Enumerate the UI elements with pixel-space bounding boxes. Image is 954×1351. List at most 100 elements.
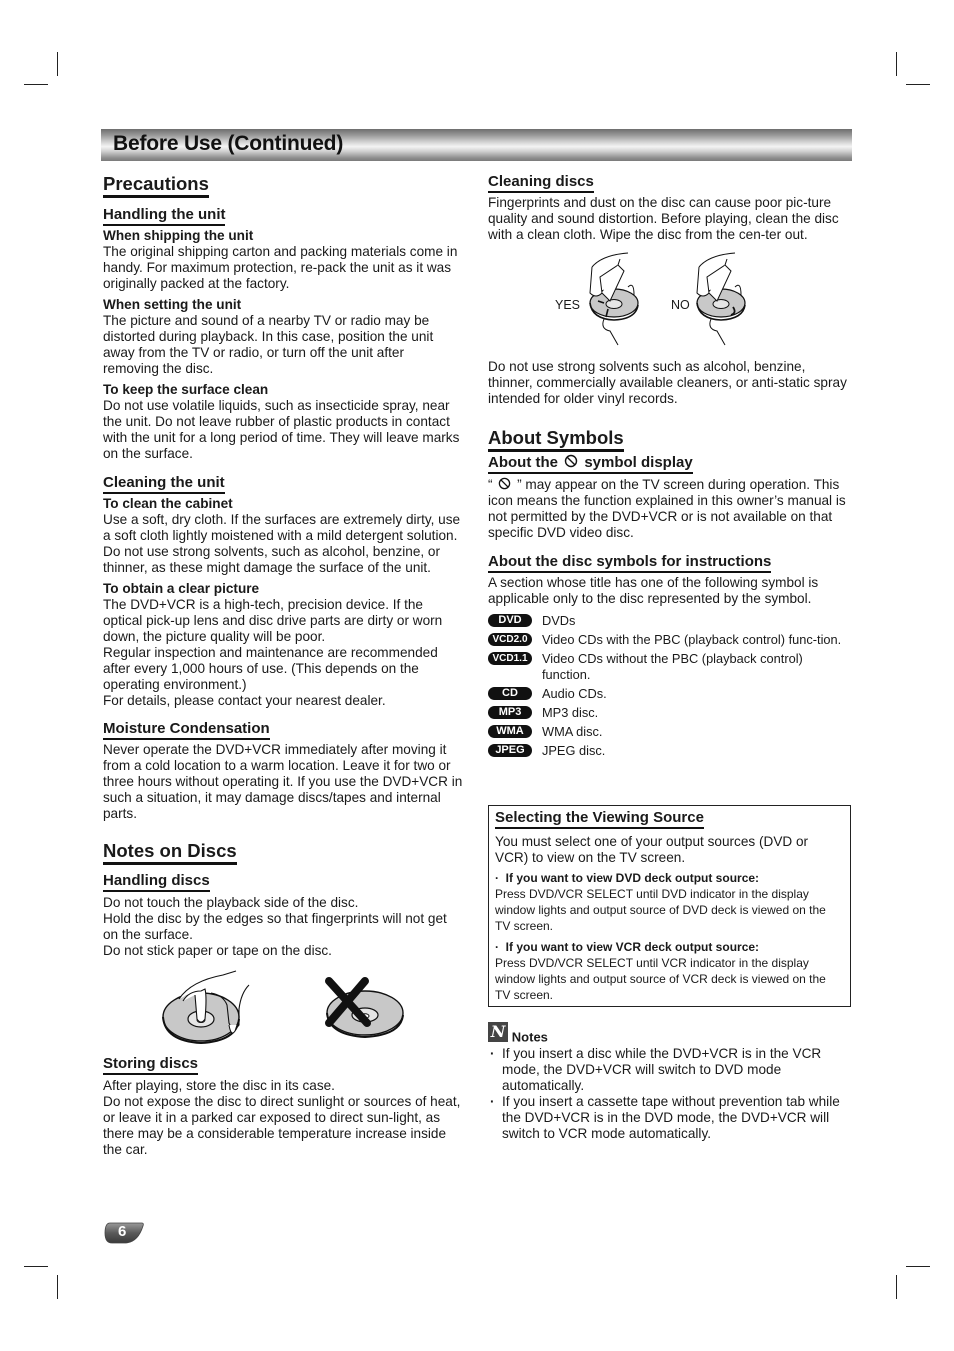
section-heading-about-symbols: About Symbols [488, 427, 624, 452]
viewing-source-item-text: Press DVD/VCR SELECT until DVD indicator… [495, 887, 826, 933]
disc-symbol-item: MP3 MP3 disc. [488, 705, 852, 721]
crop-mark [57, 1275, 58, 1299]
crop-mark [896, 1275, 897, 1299]
handling-line: Do not touch the playback side of the di… [103, 895, 359, 910]
crop-mark [24, 84, 48, 85]
item-title-text: If you want to view VCR deck output sour… [505, 940, 760, 954]
viewing-source-item-text: Press DVD/VCR SELECT until VCR indicator… [495, 956, 826, 1002]
cleaning-discs-warning: Do not use strong solvents such as alcoh… [488, 359, 847, 406]
disc-symbol-item: VCD2.0 Video CDs with the PBC (playback … [488, 632, 852, 648]
notes-icon: N [488, 1022, 508, 1042]
item-title-text: If you want to view DVD deck output sour… [505, 871, 760, 885]
disc-symbol-desc: MP3 disc. [542, 705, 599, 720]
item-setting: When setting the unit The picture and so… [103, 297, 463, 377]
prohibited-icon [499, 477, 511, 490]
heading-part: About the [488, 454, 558, 471]
handling-line: Do not stick paper or tape on the disc. [103, 943, 332, 958]
item-title: To clean the cabinet [103, 496, 233, 511]
disc-badge-wma: WMA [488, 725, 532, 738]
disc-symbol-list: DVD DVDs VCD2.0 Video CDs with the PBC (… [488, 613, 852, 759]
page-title: Before Use (Continued) [113, 132, 344, 155]
crop-mark [24, 1266, 48, 1267]
viewing-source-item-title: · If you want to view DVD deck output so… [495, 871, 760, 885]
item-clear-picture: To obtain a clear picture The DVD+VCR is… [103, 581, 463, 709]
disc-symbol-desc: Audio CDs. [542, 686, 607, 701]
item-text: Do not use volatile liquids, such as ins… [103, 398, 460, 461]
subheading-moisture: Moisture Condensation [103, 720, 270, 740]
viewing-source-item-title: · If you want to view VCR deck output so… [495, 940, 760, 954]
item-text: For details, please contact your nearest… [103, 693, 386, 708]
disc-symbol-item: VCD1.1 Video CDs without the PBC (playba… [488, 651, 852, 683]
disc-symbols-intro: A section whose title has one of the fol… [488, 575, 819, 606]
item-title: When shipping the unit [103, 228, 254, 243]
handling-line: Hold the disc by the edges so that finge… [103, 911, 447, 942]
subheading-handling-discs: Handling discs [103, 872, 210, 892]
item-title: To obtain a clear picture [103, 581, 260, 596]
prohibited-icon [564, 454, 578, 468]
item-shipping: When shipping the unit The original ship… [103, 228, 463, 292]
left-column: Precautions Handling the unit When shipp… [103, 170, 463, 1158]
crop-mark [906, 84, 930, 85]
heading-part: symbol display [584, 454, 693, 471]
disc-symbol-item: JPEG JPEG disc. [488, 743, 852, 759]
disc-badge-jpeg: JPEG [488, 744, 532, 757]
disc-symbol-desc: DVDs [542, 613, 576, 628]
no-label: NO [671, 298, 690, 312]
note-item: If you insert a cassette tape without pr… [488, 1094, 852, 1142]
section-heading-notes-on-discs: Notes on Discs [103, 840, 237, 865]
notes-heading: Notes [511, 1029, 548, 1045]
cleaning-discs-text: Fingerprints and dust on the disc can ca… [488, 195, 839, 242]
notes-section: N Notes If you insert a disc while the D… [488, 1022, 852, 1142]
subheading-cleaning-discs: Cleaning discs [488, 173, 594, 193]
page-number: 6 [118, 1223, 127, 1240]
disc-symbol-desc: Video CDs with the PBC (playback control… [542, 632, 842, 647]
item-text: Regular inspection and maintenance are r… [103, 645, 438, 692]
right-column: Cleaning discs Fingerprints and dust on … [488, 170, 852, 759]
disc-do-not-touch-illustration [325, 977, 404, 1039]
disc-symbol-item: DVD DVDs [488, 613, 852, 629]
disc-handling-illustrations [103, 965, 463, 1053]
item-cabinet: To clean the cabinet Use a soft, dry clo… [103, 496, 463, 576]
item-title: To keep the surface clean [103, 382, 269, 397]
disc-badge-dvd: DVD [488, 614, 532, 627]
disc-symbol-desc: JPEG disc. [542, 743, 606, 758]
crop-mark [896, 52, 897, 76]
disc-symbol-desc: WMA disc. [542, 724, 603, 739]
symbol-display-body: ” may appear on the TV screen during ope… [488, 477, 846, 540]
item-surface: To keep the surface clean Do not use vol… [103, 382, 463, 462]
subheading-storing-discs: Storing discs [103, 1055, 199, 1075]
crop-mark [57, 52, 58, 76]
storing-line: Do not expose the disc to direct sunligh… [103, 1094, 461, 1157]
disc-symbol-desc: Video CDs without the PBC (playback cont… [542, 651, 803, 682]
subheading-handling-unit: Handling the unit [103, 206, 226, 226]
disc-badge-cd: CD [488, 687, 532, 700]
crop-mark [906, 1266, 930, 1267]
item-text: Use a soft, dry cloth. If the surfaces a… [103, 512, 461, 575]
disc-badge-mp3: MP3 [488, 706, 532, 719]
storing-line: After playing, store the disc in its cas… [103, 1078, 335, 1093]
yes-label: YES [555, 298, 581, 312]
item-title: When setting the unit [103, 297, 242, 312]
moisture-text: Never operate the DVD+VCR immediately af… [103, 742, 463, 821]
symbol-display-text: “ ” may appear on the TV screen during o… [488, 477, 852, 541]
disc-symbol-item: WMA WMA disc. [488, 724, 852, 740]
item-text: The original shipping carton and packing… [103, 244, 458, 291]
note-item: If you insert a disc while the DVD+VCR i… [488, 1046, 852, 1094]
page-number-badge: 6 [104, 1222, 144, 1244]
section-heading-precautions: Precautions [103, 173, 209, 198]
disc-badge-vcd20: VCD2.0 [488, 633, 532, 646]
item-text: The DVD+VCR is a high-tech, precision de… [103, 597, 443, 644]
subheading-disc-symbols: About the disc symbols for instructions [488, 553, 772, 573]
viewing-source-item: · If you want to view DVD deck output so… [495, 870, 844, 934]
hand-holding-disc-illustration [162, 970, 250, 1045]
incorrect-wiping-illustration [696, 252, 746, 346]
item-text: The picture and sound of a nearby TV or … [103, 313, 434, 376]
disc-symbol-item: CD Audio CDs. [488, 686, 852, 702]
viewing-source-box: Selecting the Viewing Source You must se… [488, 805, 851, 1007]
disc-badge-vcd11: VCD1.1 [488, 652, 532, 665]
open-quote: “ [488, 477, 493, 492]
disc-wiping-illustrations: YES NO [488, 249, 852, 359]
subheading-symbol-display: About the symbol display [488, 454, 693, 474]
page-header-bar: Before Use (Continued) [101, 129, 852, 161]
viewing-source-item: · If you want to view VCR deck output so… [495, 939, 844, 1003]
